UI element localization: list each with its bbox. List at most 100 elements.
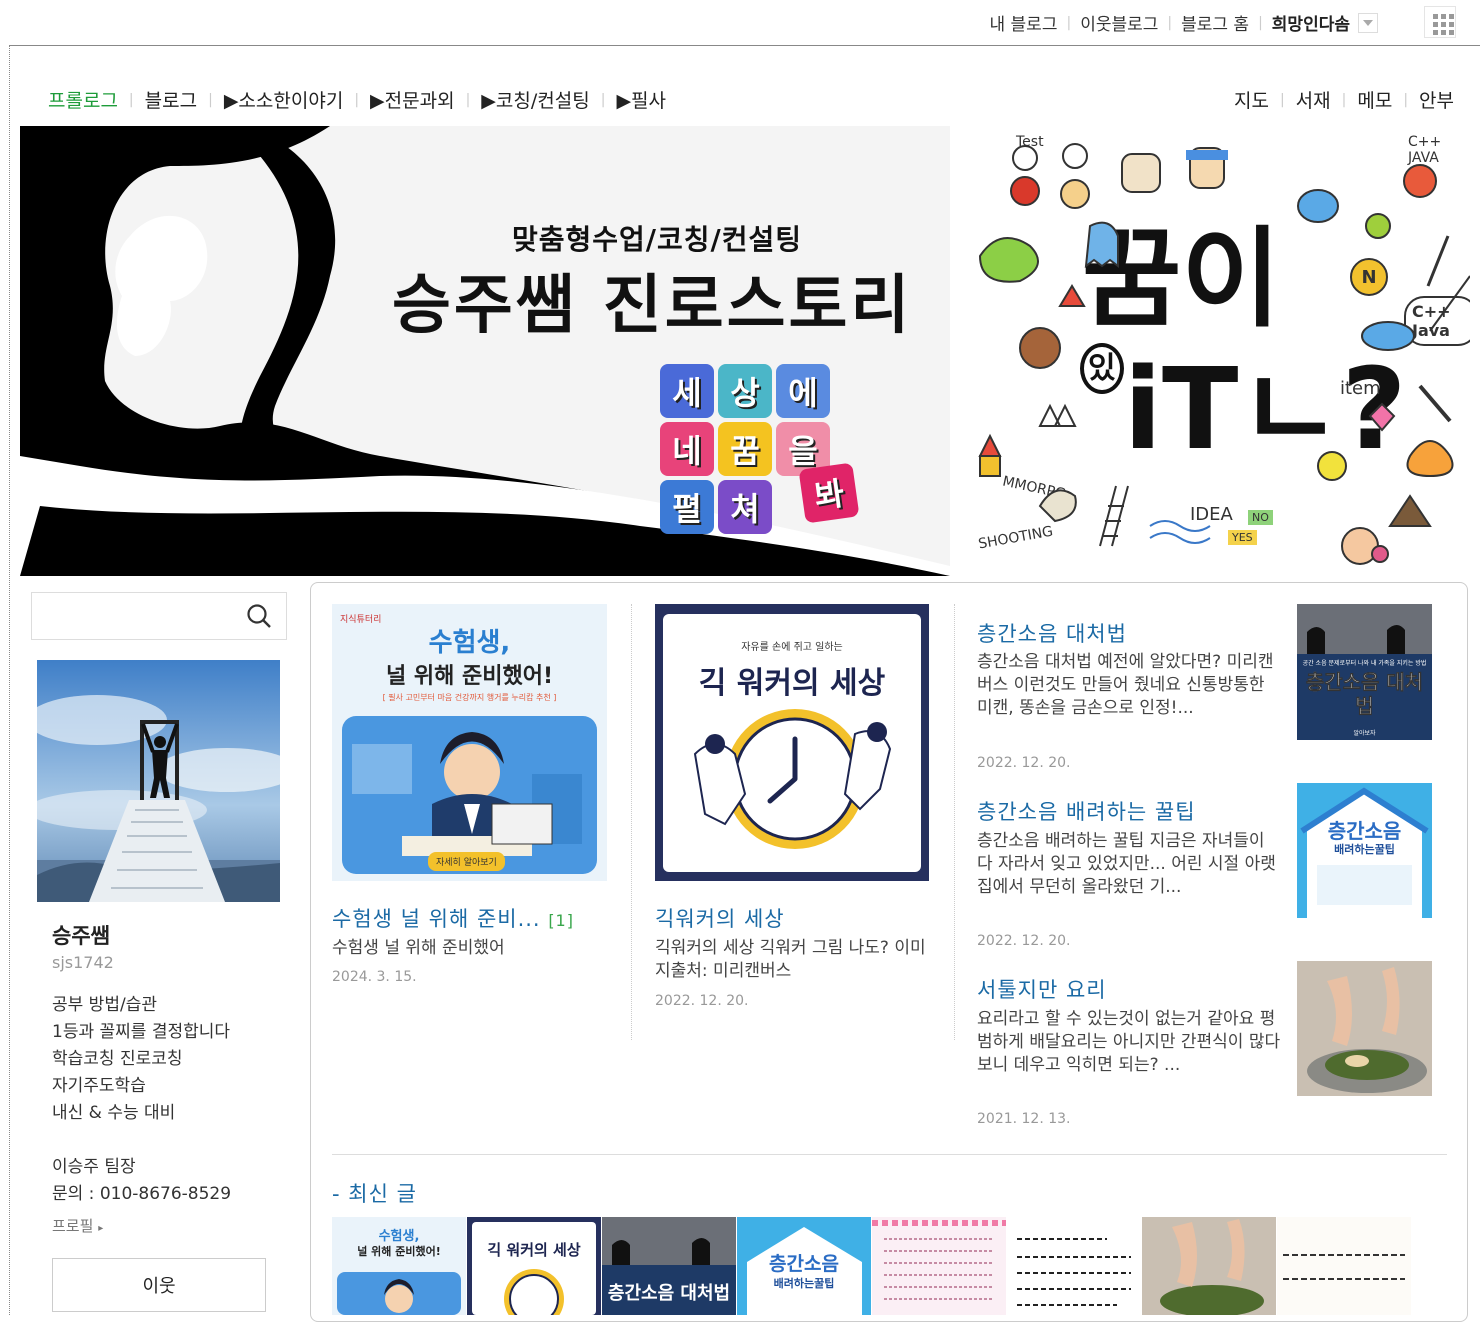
post-date: 2022. 12. 20. [655,993,749,1009]
neighbor-blog-link[interactable]: 이웃블로그 [1080,10,1158,35]
profile-desc-line: 공부 방법/습관 [52,995,157,1015]
profile-desc-line: 1등과 꼴찌를 결정합니다 [52,1022,231,1042]
profile-desc-line: 자기주도학습 [52,1076,146,1096]
thumb-badge: 자세히 알아보기 [428,852,505,871]
profile-image[interactable] [37,660,280,902]
post-thumbnail[interactable]: 공간 소음 문제로부터 나와 내 가족을 지키는 방법 층간소음 대처법 알아보… [1297,604,1432,740]
thumb-text: 층간소음 대처법 [607,1283,731,1304]
column-divider [954,604,956,1040]
menu-prologue[interactable]: 프롤로그 [48,86,118,113]
recent-post-thumbnail[interactable]: 긱 워커의 세상 [467,1217,601,1315]
divider: | [354,91,360,108]
menu-blog[interactable]: 블로그 [145,86,197,113]
menu-tutoring[interactable]: ▶전문과외 [370,86,455,113]
profile-contact-line: 이승주 팀장 [52,1157,136,1177]
divider: | [1341,91,1347,108]
recent-post-thumbnail[interactable] [1142,1217,1276,1315]
thumb-text: 층간소음 대처법 [1305,670,1424,719]
global-nav-bar: 내 블로그 | 이웃블로그 | 블로그 홈 | 희망인다솜 [0,0,1480,45]
divider: | [1167,14,1173,31]
thumb-text: 알아보자 [1353,730,1376,737]
recent-post-thumbnail[interactable]: 층간소음 배려하는꿀팁 [737,1217,871,1315]
post-thumbnail[interactable]: 층간소음 배려하는꿀팁 [1297,783,1432,918]
handwritten-note [1007,1217,1141,1315]
profile-user-id: sjs1742 [52,953,114,972]
recent-posts-title: - 최신 글 [332,1182,417,1206]
menu-transcription[interactable]: ▶필사 [616,86,666,113]
thumb-text: 공간 소음 문제로부터 나와 내 가족을 지키는 방법 [1302,660,1427,667]
comment-count[interactable]: [1] [548,911,574,930]
divider: | [600,91,606,108]
thumb-text: 층간소음 [1327,819,1402,843]
profile-desc-line: 내신 & 수능 대비 [52,1103,176,1123]
thumb-text: 수험생, [378,1229,420,1244]
divider: | [465,91,471,108]
thumb-text: 널 위해 준비했어! [357,1245,441,1258]
puzzle-piece: 네 [660,422,714,476]
chevron-down-icon[interactable] [1358,12,1378,33]
recent-post-thumbnail[interactable] [1007,1217,1141,1315]
divider: | [128,91,134,108]
post-title[interactable]: 수험생 널 위해 준비... [1] [332,903,574,933]
blog-home-link[interactable]: 블로그 홈 [1181,10,1249,35]
profile-nickname: 승주쌤 [52,924,110,948]
user-name-link[interactable]: 희망인다솜 [1272,10,1350,35]
menu-coaching[interactable]: ▶코칭/컨설팅 [481,86,589,113]
puzzle-piece: 쳐 [718,480,772,534]
profile-photo [37,660,280,902]
divider: | [1066,14,1072,31]
post-thumbnail[interactable]: 자유를 손에 쥐고 일하는 긱 워커의 세상 [655,604,929,881]
search-input[interactable] [31,592,287,640]
menu-map[interactable]: 지도 [1234,86,1269,113]
post-thumbnail[interactable] [1297,961,1432,1096]
blog-title-banner: 맞춤형수업/코칭/컨설팅 승주쌤 진로스토리 세 상 에 네 꿈 을 펼 쳐 봐… [20,126,1470,576]
apps-grid-icon[interactable] [1424,6,1456,38]
post-summary[interactable]: 수험생 널 위해 준비했어 [332,937,612,960]
caret-right-icon: ▸ [98,1223,104,1234]
divider: | [1403,91,1409,108]
handwritten-note [1277,1217,1411,1315]
puzzle-piece: 봐 [798,462,860,524]
post-title[interactable]: 층간소음 대처법 [977,618,1127,648]
banner-title: 승주쌤 진로스토리 [392,269,913,343]
cooking-photo [1297,961,1432,1096]
post-summary[interactable]: 요리라고 할 수 있는것이 없는거 같아요 평범하게 배달요리는 아니지만 간편… [977,1008,1282,1077]
my-blog-link[interactable]: 내 블로그 [990,10,1058,35]
post-summary[interactable]: 긱워커의 세상 긱워커 그림 나도? 이미지출처: 미리캔버스 [655,937,930,983]
menu-guestbook[interactable]: 안부 [1419,86,1454,113]
recent-post-thumbnail[interactable]: 층간소음 대처법 [602,1217,736,1315]
puzzle-piece: 에 [776,364,830,418]
thumb-text: 배려하는꿀팁 [773,1277,835,1290]
menu-small-stories[interactable]: ▶소소한이야기 [224,86,344,113]
menu-library[interactable]: 서재 [1296,86,1331,113]
clock-mini [504,1269,564,1315]
menu-memo[interactable]: 메모 [1357,86,1392,113]
profile-desc-line: 학습코칭 진로코칭 [52,1049,183,1069]
post-date: 2024. 3. 15. [332,969,417,985]
recent-post-thumbnail[interactable]: 수험생, 널 위해 준비했어! [332,1217,466,1315]
post-date: 2021. 12. 13. [977,1111,1071,1127]
recent-post-thumbnail[interactable] [872,1217,1006,1315]
profile-link-label: 프로필 [52,1217,94,1235]
post-title-text: 수험생 널 위해 준비... [332,907,541,931]
search-icon[interactable] [246,603,272,629]
post-title[interactable]: 서툴지만 요리 [977,974,1107,1004]
doodle-illustrations [978,143,1470,565]
post-title[interactable]: 긱워커의 세상 [655,903,785,933]
puzzle-piece: 꿈 [718,422,772,476]
post-summary[interactable]: 층간소음 대처법 예전에 알았다면? 미리캔버스 이런것도 만들어 줬네요 신통… [977,651,1282,720]
thumb-text: 배려하는꿀팁 [1334,843,1395,856]
post-summary[interactable]: 층간소음 배려하는 꿀팁 지금은 자녀들이 다 자라서 잊고 있었지만... 어… [977,830,1282,899]
banner-subtitle: 맞춤형수업/코칭/컨설팅 [512,223,803,256]
post-title[interactable]: 층간소음 배려하는 꿀팁 [977,796,1196,826]
student-illustration [342,716,597,874]
puzzle-piece: 상 [718,364,772,418]
add-neighbor-button[interactable]: 이웃 [52,1258,266,1312]
profile-link[interactable]: 프로필 ▸ [52,1215,103,1236]
post-thumbnail[interactable]: 지식튜터리 수험생, 널 위해 준비했어! [ 필사 고민부터 마음 건강까지 … [332,604,607,881]
banner-left-area: 맞춤형수업/코칭/컨설팅 승주쌤 진로스토리 세 상 에 네 꿈 을 펼 쳐 봐 [20,126,950,576]
cooking-photo [1142,1217,1276,1315]
puzzle-piece: 펼 [660,480,714,534]
recent-post-thumbnail[interactable] [1277,1217,1411,1315]
column-divider [631,604,633,1040]
